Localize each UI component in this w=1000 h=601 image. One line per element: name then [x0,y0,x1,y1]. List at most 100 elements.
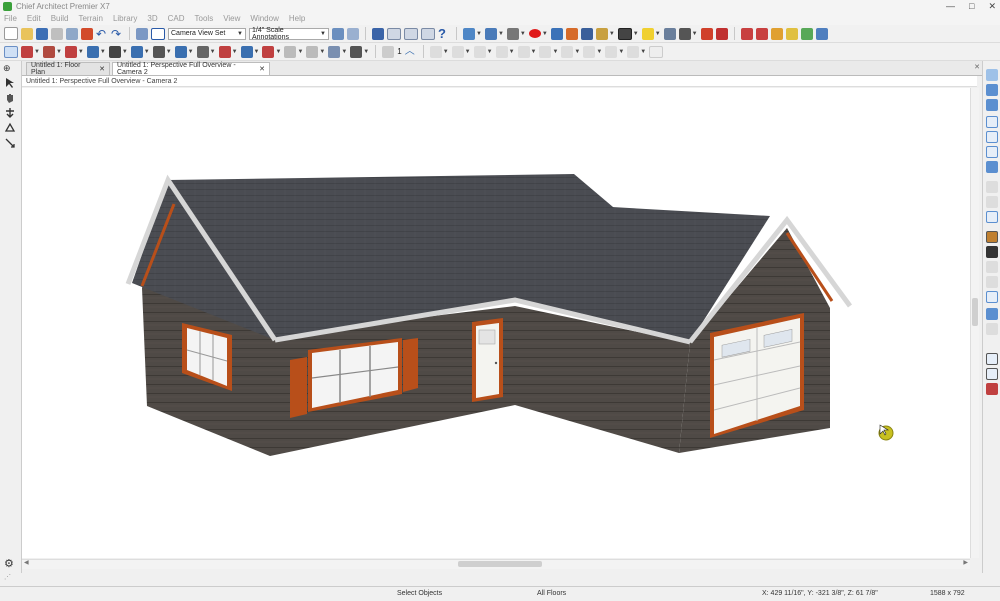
tab-floor-plan[interactable]: Untitled 1: Floor Plan ✕ [26,62,110,76]
edit-tool-5-icon[interactable] [517,45,530,58]
camera-icon[interactable] [463,27,475,40]
horizontal-scrollbar[interactable]: ◀ ▶ [22,559,970,569]
dimension-tool-icon[interactable] [86,45,99,58]
export-icon[interactable] [550,27,563,40]
materials-list-icon[interactable] [404,27,418,40]
swap-view-icon[interactable] [986,161,998,173]
help-icon[interactable]: ? [438,27,450,40]
chevron-down-icon[interactable]: ▼ [509,49,515,55]
edit-tool-1-icon[interactable] [429,45,442,58]
chevron-down-icon[interactable]: ▼ [254,49,260,55]
fill-window-building-icon[interactable] [986,131,998,143]
menu-cad[interactable]: CAD [168,14,185,23]
scroll-right-icon[interactable]: ▶ [963,559,968,566]
angle-snap-icon[interactable] [986,291,998,303]
select-arrow-icon[interactable] [4,77,16,89]
delete-icon[interactable] [81,27,93,40]
view-icon[interactable] [580,27,593,40]
window-cascade-icon[interactable] [755,27,768,40]
close-tab-icon[interactable]: ✕ [259,65,265,73]
chevron-down-icon[interactable]: ▼ [275,49,281,55]
chevron-down-icon[interactable]: ▼ [520,31,526,37]
active-layer-icon[interactable] [986,368,998,380]
select-icon[interactable] [663,27,676,40]
chevron-down-icon[interactable]: ▼ [531,49,537,55]
chevron-down-icon[interactable]: ▼ [363,49,369,55]
menu-help[interactable]: Help [289,14,305,23]
chevron-down-icon[interactable]: ▼ [655,31,661,37]
chevron-down-icon[interactable]: ▼ [640,49,646,55]
edit-tool-3-icon[interactable] [473,45,486,58]
up-one-floor-icon[interactable]: ︿ [405,46,417,58]
menu-build[interactable]: Build [51,14,69,23]
chevron-down-icon[interactable]: ▼ [100,49,106,55]
maximize-button[interactable]: □ [969,1,974,12]
eraser-icon[interactable] [715,27,728,40]
menu-edit[interactable]: Edit [27,14,41,23]
grid-display-icon[interactable] [986,261,998,273]
wall-tool-icon[interactable] [21,45,33,58]
tab-scroll-icon[interactable]: ✕ [974,63,980,71]
door-tool-icon[interactable] [108,45,121,58]
camera-view-set-select[interactable]: Camera View Set ▼ [168,27,246,40]
chevron-down-icon[interactable]: ▼ [487,49,493,55]
chevron-down-icon[interactable]: ▼ [596,49,602,55]
build-house-icon[interactable] [240,45,253,58]
horizontal-scroll-thumb[interactable] [458,561,542,567]
object-snap-icon[interactable] [986,308,998,320]
chevron-down-icon[interactable]: ▼ [552,49,558,55]
chevron-down-icon[interactable]: ▼ [122,49,128,55]
menu-file[interactable]: File [4,14,17,23]
scroll-left-icon[interactable]: ◀ [24,559,29,566]
undo-zoom-icon[interactable] [986,146,998,158]
chevron-down-icon[interactable]: ▼ [232,49,238,55]
close-tab-icon[interactable]: ✕ [99,65,105,73]
menu-terrain[interactable]: Terrain [78,14,102,23]
spin-icon[interactable] [986,181,998,193]
plumbing-tool-icon[interactable] [350,45,363,58]
close-window-button[interactable]: ✕ [988,1,996,12]
snap-icon[interactable] [986,276,998,288]
plan-defaults-icon[interactable] [332,27,344,40]
edit-tool-11-icon[interactable] [649,45,664,58]
tab-perspective-camera-2[interactable]: Untitled 1: Perspective Full Overview - … [112,62,270,76]
lighting-icon[interactable] [595,27,608,40]
vertical-scroll-thumb[interactable] [972,298,978,326]
render-icon[interactable] [565,27,578,40]
reference-display-icon[interactable] [986,383,998,395]
open-file-icon[interactable] [21,27,33,40]
chevron-down-icon[interactable]: ▼ [692,31,698,37]
camera-settings-icon[interactable] [986,211,998,223]
edit-tool-4-icon[interactable] [495,45,508,58]
settings-gear-icon[interactable]: ⚙ [4,557,14,570]
sheet-icon[interactable] [770,27,783,40]
adjust-material-icon[interactable] [700,27,713,40]
chevron-down-icon[interactable]: ▼ [618,49,624,55]
chevron-down-icon[interactable]: ▼ [188,49,194,55]
chevron-down-icon[interactable]: ▼ [78,49,84,55]
roof-tool-icon[interactable] [218,45,231,58]
chevron-down-icon[interactable]: ▼ [542,31,548,37]
layer-display-icon[interactable] [986,353,998,365]
display-options-icon[interactable] [986,231,998,243]
text-tool-icon[interactable] [284,45,297,58]
select-objects-icon[interactable] [4,45,18,58]
undo-icon[interactable]: ↶ [96,28,108,40]
edit-tool-10-icon[interactable] [627,45,640,58]
edit-tool-2-icon[interactable] [451,45,464,58]
menu-window[interactable]: Window [250,14,278,23]
annotation-set-select[interactable]: 1/4" Scale Annotations ▼ [249,27,329,41]
down-one-floor-icon[interactable] [382,45,395,58]
camera-view-check-icon[interactable] [151,27,165,40]
chevron-down-icon[interactable]: ▼ [56,49,62,55]
library-browser-icon[interactable] [372,27,384,40]
record-icon[interactable] [528,29,541,38]
minimize-button[interactable]: — [946,1,955,12]
chevron-down-icon[interactable]: ▼ [609,31,615,37]
window-tool-icon[interactable] [130,45,143,58]
vertical-scrollbar[interactable] [970,88,979,558]
edit-tool-7-icon[interactable] [561,45,574,58]
resize-grip-icon[interactable]: ⋰ [4,573,11,581]
redo-icon[interactable]: ↷ [111,28,123,40]
chevron-down-icon[interactable]: ▼ [341,49,347,55]
